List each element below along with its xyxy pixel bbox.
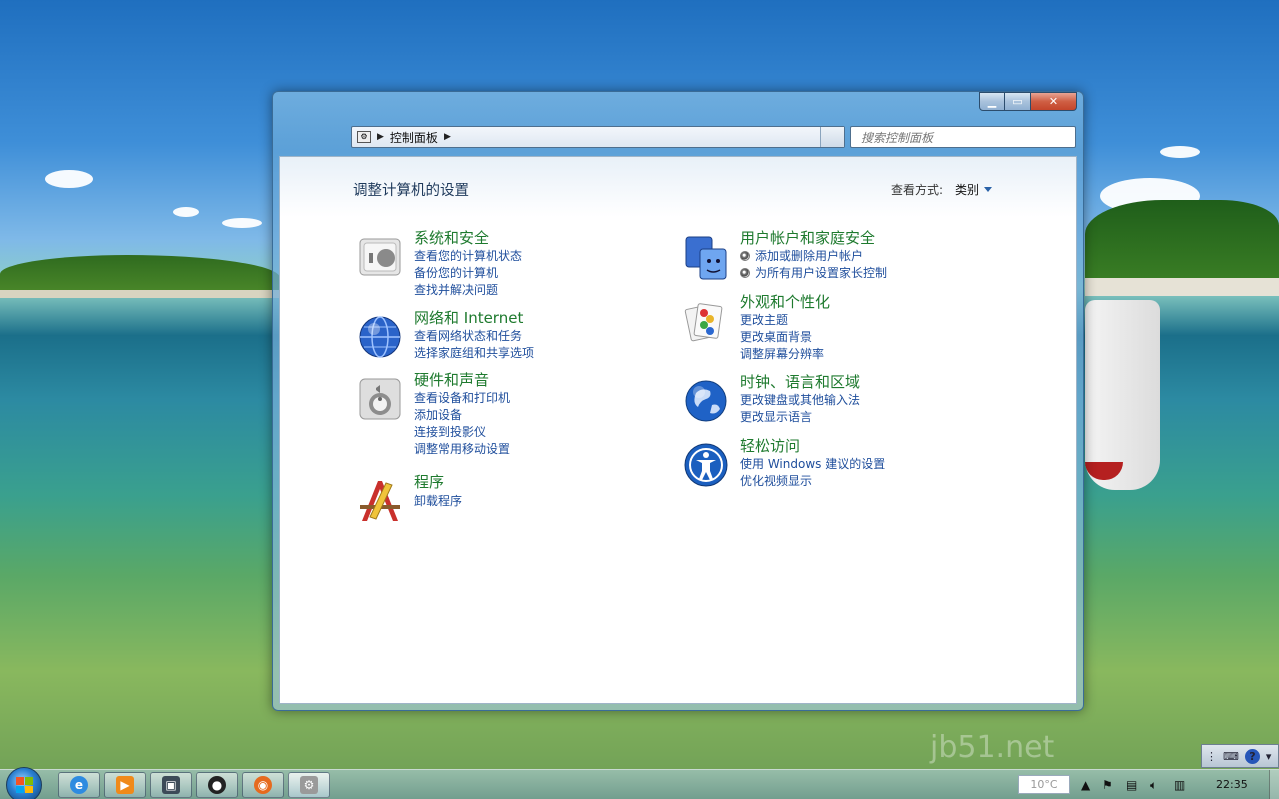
taskbar-qq[interactable]: ● <box>196 772 238 798</box>
close-button[interactable]: ✕ <box>1031 92 1077 111</box>
search-box[interactable] <box>850 126 1076 148</box>
clock[interactable]: 22:35 <box>1216 778 1248 791</box>
grip-icon: ⋮ <box>1206 749 1217 763</box>
window-controls: ▁ ▭ ✕ <box>979 92 1077 111</box>
island <box>1085 200 1279 285</box>
temperature-gadget[interactable]: 10°C <box>1018 775 1070 794</box>
chevron-right-icon[interactable]: ▶ <box>444 132 451 142</box>
system-security-icon <box>359 238 401 276</box>
network-tray-icon[interactable]: ▤ <box>1126 778 1137 792</box>
view-by-value: 类别 <box>955 183 980 197</box>
taskbar-internet-explorer[interactable]: e <box>58 772 100 798</box>
link-homegroup-sharing[interactable]: 选择家庭组和共享选项 <box>414 344 534 361</box>
network-icon <box>359 316 401 358</box>
qq-icon: ● <box>208 776 226 794</box>
category-title-network-internet[interactable]: 网络和 Internet <box>414 307 523 328</box>
minimize-button[interactable]: ▁ <box>979 92 1005 111</box>
category-title-programs[interactable]: 程序 <box>414 471 444 492</box>
address-bar[interactable]: ⚙ ▶ 控制面板 ▶ <box>351 126 845 148</box>
address-dropdown-button[interactable] <box>820 127 844 147</box>
category-title-hardware-sound[interactable]: 硬件和声音 <box>414 369 489 390</box>
firefox-icon: ◉ <box>254 776 272 794</box>
cloud <box>173 207 199 217</box>
shoreline <box>1085 278 1279 296</box>
maximize-button[interactable]: ▭ <box>1005 92 1031 111</box>
internet-explorer-icon: e <box>70 776 88 794</box>
link-uninstall-program[interactable]: 卸载程序 <box>414 492 462 509</box>
cloud <box>45 170 93 188</box>
category-title-system-security[interactable]: 系统和安全 <box>414 227 489 248</box>
taskbar-screen[interactable]: ▣ <box>150 772 192 798</box>
page-title: 调整计算机的设置 <box>353 183 469 199</box>
view-by-label: 查看方式: <box>891 183 944 197</box>
category-title-user-accounts[interactable]: 用户帐户和家庭安全 <box>740 227 875 248</box>
media-player-icon: ▶ <box>116 776 134 794</box>
content-pane: 调整计算机的设置 查看方式: 类别 系统和安全 查看您的计算机状态 备份您的计算… <box>279 156 1077 704</box>
appearance-icon <box>684 303 723 342</box>
hardware-sound-icon <box>359 378 401 420</box>
taskbar: e ▶ ▣ ● ◉ ⚙ 10°C ▲ ⚑ ▤ 🔈︎ ▥ 22:35 <box>0 767 1279 799</box>
taskbar-control-panel[interactable]: ⚙ <box>288 772 330 798</box>
link-change-theme[interactable]: 更改主题 <box>740 311 788 328</box>
link-display-language[interactable]: 更改显示语言 <box>740 408 812 425</box>
link-network-status[interactable]: 查看网络状态和任务 <box>414 327 522 344</box>
chevron-down-icon[interactable]: ▾ <box>1266 750 1272 763</box>
shoreline <box>0 290 280 298</box>
minimize-icon: ▁ <box>987 95 997 108</box>
clock-language-icon <box>685 380 727 422</box>
link-parental-controls[interactable]: 为所有用户设置家长控制 <box>740 264 887 281</box>
link-mobility-settings[interactable]: 调整常用移动设置 <box>414 440 510 457</box>
chevron-up-icon[interactable]: ▲ <box>1081 778 1090 792</box>
control-panel-window: ▁ ▭ ✕ ⚙ ▶ 控制面板 ▶ 调整计算机的设置 查看方式: 类别 系统和安全 <box>272 91 1084 711</box>
chevron-down-icon <box>984 187 993 192</box>
cloud <box>222 218 262 228</box>
link-windows-recommended[interactable]: 使用 Windows 建议的设置 <box>740 455 885 472</box>
help-icon[interactable]: ? <box>1244 748 1260 764</box>
link-optimize-display[interactable]: 优化视频显示 <box>740 472 812 489</box>
programs-icon <box>360 481 400 521</box>
chevron-right-icon[interactable]: ▶ <box>377 132 384 142</box>
category-title-appearance[interactable]: 外观和个性化 <box>740 291 830 312</box>
device-icon[interactable]: ▥ <box>1174 778 1185 792</box>
screen-icon: ▣ <box>162 776 180 794</box>
link-connect-projector[interactable]: 连接到投影仪 <box>414 423 486 440</box>
link-change-background[interactable]: 更改桌面背景 <box>740 328 812 345</box>
windows-logo-icon <box>16 777 33 793</box>
ease-of-access-icon <box>684 443 728 487</box>
link-add-remove-accounts[interactable]: 添加或删除用户帐户 <box>740 247 863 264</box>
taskbar-firefox[interactable]: ◉ <box>242 772 284 798</box>
link-screen-resolution[interactable]: 调整屏幕分辨率 <box>740 345 824 362</box>
link-view-computer-status[interactable]: 查看您的计算机状态 <box>414 247 522 264</box>
maximize-icon: ▭ <box>1012 95 1023 108</box>
link-backup-computer[interactable]: 备份您的计算机 <box>414 264 498 281</box>
taskbar-media-player[interactable]: ▶ <box>104 772 146 798</box>
user-accounts-icon <box>685 236 727 280</box>
control-panel-icon: ⚙ <box>300 776 318 794</box>
language-bar[interactable]: ⋮ ⌨ ? ▾ <box>1201 744 1279 768</box>
shield-icon <box>740 251 750 261</box>
category-title-clock-language[interactable]: 时钟、语言和区域 <box>740 371 860 392</box>
keyboard-icon[interactable]: ⌨ <box>1223 750 1239 763</box>
close-icon: ✕ <box>1048 95 1059 108</box>
volume-icon[interactable]: 🔈︎ <box>1150 778 1157 793</box>
link-keyboard-input[interactable]: 更改键盘或其他输入法 <box>740 391 860 408</box>
link-troubleshoot[interactable]: 查找并解决问题 <box>414 281 498 298</box>
watermark: jb51.net <box>930 730 1055 765</box>
link-devices-printers[interactable]: 查看设备和打印机 <box>414 389 510 406</box>
breadcrumb-control-panel[interactable]: 控制面板 <box>390 129 438 146</box>
link-add-device[interactable]: 添加设备 <box>414 406 462 423</box>
control-panel-icon: ⚙ <box>357 131 371 143</box>
category-title-ease-of-access[interactable]: 轻松访问 <box>740 435 800 456</box>
search-input[interactable] <box>851 128 1075 148</box>
show-desktop-button[interactable] <box>1269 770 1279 799</box>
cloud <box>1160 146 1200 158</box>
flag-icon[interactable]: ⚑ <box>1102 778 1113 792</box>
shield-icon <box>740 268 750 278</box>
start-button[interactable] <box>6 767 42 799</box>
view-by-dropdown[interactable]: 类别 <box>955 181 993 198</box>
